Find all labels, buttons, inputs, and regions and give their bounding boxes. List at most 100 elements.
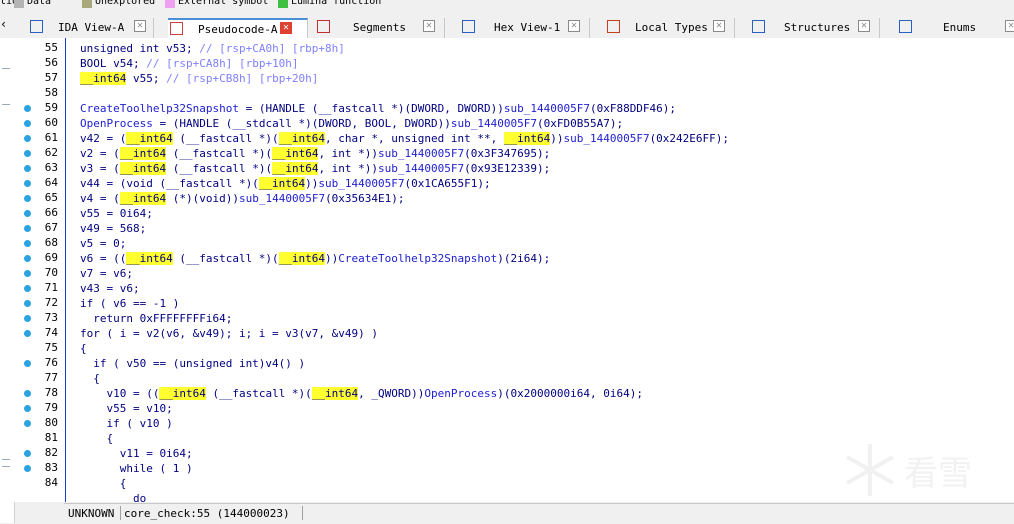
- close-icon[interactable]: ✕: [280, 22, 292, 34]
- code-identifier[interactable]: sub_1440005F7: [563, 132, 649, 145]
- code-line[interactable]: v49 = 568;: [80, 221, 146, 236]
- close-icon[interactable]: ✕: [1005, 20, 1014, 32]
- tab-local-types[interactable]: Local Types ✕: [605, 18, 735, 38]
- line-number: 55: [44, 41, 58, 54]
- code-line[interactable]: BOOL v54; // [rsp+CA8h] [rbp+10h]: [80, 56, 299, 71]
- breakpoint-dot-icon[interactable]: [24, 165, 31, 172]
- code-area[interactable]: unsigned int v53; // [rsp+CA0h] [rbp+8h]…: [65, 38, 1014, 502]
- code-identifier[interactable]: OpenProcess: [424, 387, 497, 400]
- code-line[interactable]: v2 = (__int64 (__fastcall *)(__int64, in…: [80, 146, 550, 161]
- code-token: v6 = ((: [80, 252, 127, 265]
- scroll-left-icon[interactable]: ‹: [0, 16, 8, 32]
- code-line[interactable]: while ( 1 ): [80, 461, 193, 476]
- code-identifier[interactable]: sub_1440005F7: [318, 177, 404, 190]
- highlighted-token: __int64: [278, 252, 326, 265]
- tab-pseudocode-a[interactable]: Pseudocode-A ✕: [168, 18, 308, 38]
- tab-enums[interactable]: Enums ✕: [897, 18, 1014, 38]
- tab-ida-view-a[interactable]: IDA View-A ✕: [28, 18, 154, 38]
- breakpoint-dot-icon[interactable]: [24, 135, 31, 142]
- breakpoint-dot-icon[interactable]: [24, 120, 31, 127]
- breakpoint-dot-icon[interactable]: [24, 420, 31, 427]
- code-line[interactable]: v7 = v6;: [80, 266, 133, 281]
- code-token: )): [305, 177, 319, 190]
- tab-segments[interactable]: Segments ✕: [315, 18, 445, 38]
- code-line[interactable]: v10 = ((__int64 (__fastcall *)(__int64, …: [80, 386, 643, 401]
- breakpoint-dot-icon[interactable]: [24, 150, 31, 157]
- code-line[interactable]: {: [80, 476, 127, 491]
- legend-swatch: [14, 0, 24, 8]
- breakpoint-dot-icon[interactable]: [24, 210, 31, 217]
- tab-structures[interactable]: Structures ✕: [750, 18, 880, 38]
- close-icon[interactable]: ✕: [423, 20, 435, 32]
- breakpoint-dot-icon[interactable]: [24, 240, 31, 247]
- breakpoint-dot-icon[interactable]: [24, 105, 31, 112]
- code-line[interactable]: v3 = (__int64 (__fastcall *)(__int64, in…: [80, 161, 550, 176]
- highlighted-token: __int64: [80, 72, 127, 85]
- segments-icon: [317, 20, 330, 33]
- breakpoint-dot-icon[interactable]: [24, 360, 31, 367]
- code-line[interactable]: OpenProcess = (HANDLE (__stdcall *)(DWOR…: [80, 116, 623, 131]
- code-line[interactable]: for ( i = v2(v6, &v49); i; i = v3(v7, &v…: [80, 326, 378, 341]
- code-identifier[interactable]: sub_1440005F7: [378, 162, 464, 175]
- code-line[interactable]: {: [80, 431, 113, 446]
- code-line[interactable]: return 0xFFFFFFFFi64;: [80, 311, 232, 326]
- code-token: (0x242E6FF);: [649, 132, 730, 145]
- code-token: while ( 1 ): [80, 462, 193, 475]
- code-identifier[interactable]: CreateToolhelp32Snapshot: [80, 102, 239, 115]
- code-identifier[interactable]: sub_1440005F7: [451, 117, 537, 130]
- code-line[interactable]: if ( v6 == -1 ): [80, 296, 179, 311]
- breakpoint-dot-icon[interactable]: [24, 300, 31, 307]
- breakpoint-dot-icon[interactable]: [24, 405, 31, 412]
- highlighted-token: __int64: [311, 387, 359, 400]
- pseudocode-editor[interactable]: 55 56 57 58 59 60 61 62 63 64 65 66 67 68 69 70 71 72 73 74…: [14, 38, 1014, 502]
- code-line[interactable]: __int64 v55; // [rsp+CB8h] [rbp+20h]: [80, 71, 318, 86]
- close-icon[interactable]: ✕: [134, 20, 146, 32]
- line-number: 68: [44, 236, 58, 249]
- code-line[interactable]: v55 = 0i64;: [80, 206, 153, 221]
- close-icon[interactable]: ✕: [568, 20, 580, 32]
- code-identifier[interactable]: CreateToolhelp32Snapshot: [338, 252, 497, 265]
- close-icon[interactable]: ✕: [713, 20, 725, 32]
- code-line[interactable]: v43 = v6;: [80, 281, 140, 296]
- code-identifier[interactable]: sub_1440005F7: [378, 147, 464, 160]
- line-number: 84: [44, 476, 58, 489]
- code-line[interactable]: v4 = (__int64 (*)(void))sub_1440005F7(0x…: [80, 191, 405, 206]
- highlighted-token: __int64: [119, 192, 167, 205]
- line-number: 79: [44, 401, 58, 414]
- code-line[interactable]: if ( v50 == (unsigned int)v4() ): [80, 356, 305, 371]
- code-identifier[interactable]: sub_1440005F7: [504, 102, 590, 115]
- line-number: 76: [44, 356, 58, 369]
- breakpoint-dot-icon[interactable]: [24, 180, 31, 187]
- code-line[interactable]: unsigned int v53; // [rsp+CA0h] [rbp+8h]: [80, 41, 345, 56]
- close-icon[interactable]: ✕: [858, 20, 870, 32]
- breakpoint-dot-icon[interactable]: [24, 270, 31, 277]
- code-identifier[interactable]: sub_1440005F7: [239, 192, 325, 205]
- breakpoint-dot-icon[interactable]: [24, 195, 31, 202]
- enums-icon: [899, 20, 912, 33]
- code-line[interactable]: do: [80, 491, 146, 502]
- code-line[interactable]: v42 = (__int64 (__fastcall *)(__int64, c…: [80, 131, 729, 146]
- code-line[interactable]: v44 = (void (__fastcall *)(__int64))sub_…: [80, 176, 491, 191]
- code-line[interactable]: v11 = 0i64;: [80, 446, 193, 461]
- code-identifier[interactable]: OpenProcess: [80, 117, 153, 130]
- code-line[interactable]: v55 = v10;: [80, 401, 172, 416]
- code-token: (__fastcall *)(: [166, 147, 273, 160]
- breakpoint-dot-icon[interactable]: [24, 450, 31, 457]
- breakpoint-dot-icon[interactable]: [24, 315, 31, 322]
- breakpoint-dot-icon[interactable]: [24, 390, 31, 397]
- tab-hex-view-1[interactable]: Hex View-1 ✕: [460, 18, 590, 38]
- code-line[interactable]: {: [80, 341, 87, 356]
- code-line[interactable]: if ( v10 ): [80, 416, 172, 431]
- breakpoint-dot-icon[interactable]: [24, 255, 31, 262]
- code-line[interactable]: v6 = ((__int64 (__fastcall *)(__int64))C…: [80, 251, 550, 266]
- code-line[interactable]: CreateToolhelp32Snapshot = (HANDLE (__fa…: [80, 101, 676, 116]
- code-token: = (HANDLE (__stdcall *)(DWORD, BOOL, DWO…: [152, 117, 451, 130]
- code-line[interactable]: v5 = 0;: [80, 236, 126, 251]
- breakpoint-dot-icon[interactable]: [24, 225, 31, 232]
- code-token: )): [325, 252, 339, 265]
- line-number: 62: [44, 146, 58, 159]
- code-line[interactable]: {: [80, 371, 100, 386]
- breakpoint-dot-icon[interactable]: [24, 330, 31, 337]
- breakpoint-dot-icon[interactable]: [24, 465, 31, 472]
- breakpoint-dot-icon[interactable]: [24, 285, 31, 292]
